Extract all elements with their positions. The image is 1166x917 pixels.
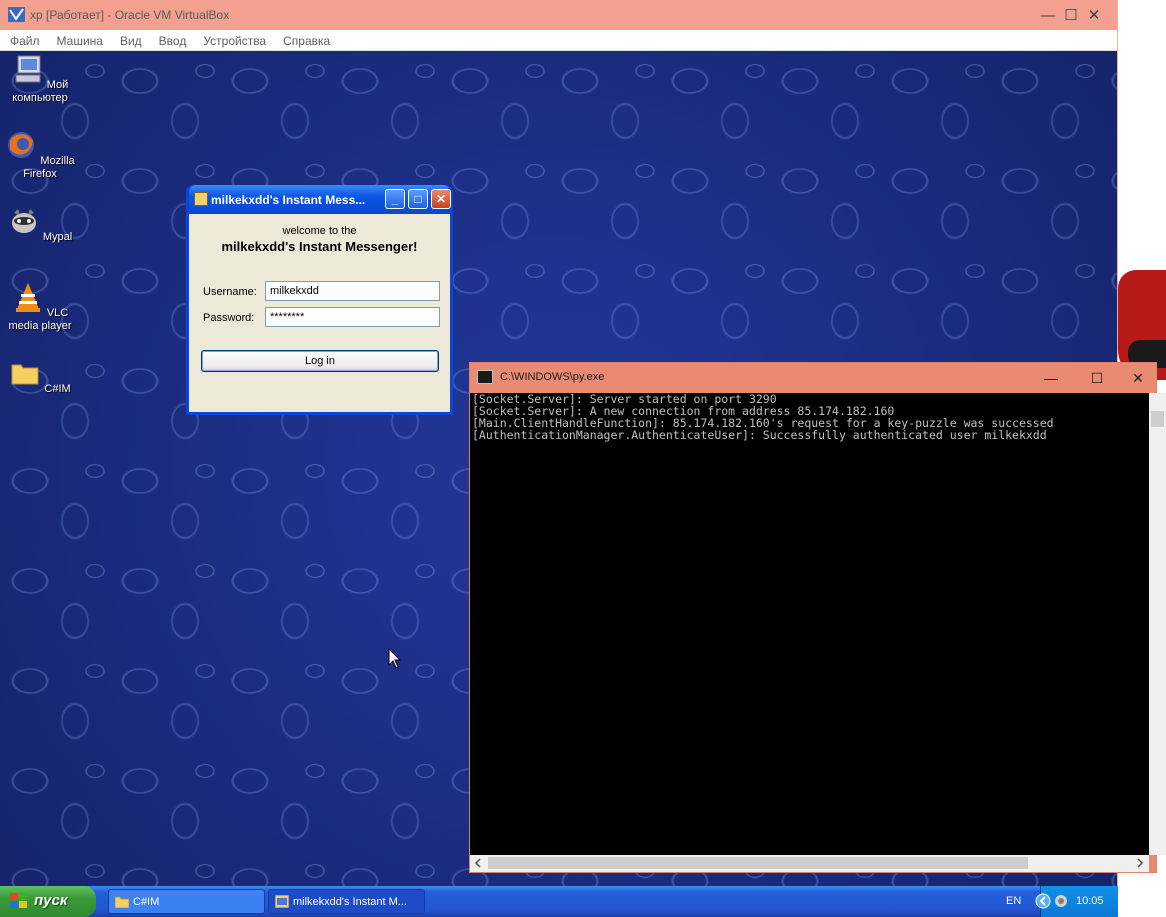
login-title-bar[interactable]: milkekxdd's Instant Mess... _ □ ✕ [189, 185, 451, 214]
welcome-heading: milkekxdd's Instant Messenger! [221, 239, 418, 254]
mypal-icon [11, 209, 36, 233]
console-maximize-button[interactable]: ☐ [1074, 363, 1120, 393]
console-close-button[interactable]: ✕ [1120, 363, 1156, 393]
login-window-body: welcome to the milkekxdd's Instant Messe… [189, 214, 450, 412]
virtualbox-title: xp [Работает] - Oracle VM VirtualBox [30, 8, 230, 22]
guest-taskbar: пуск C#IM milkekxdd's Instant M... EN 10… [0, 886, 1118, 917]
chevron-right-icon[interactable] [1135, 858, 1145, 868]
scrollbar-thumb[interactable] [1151, 411, 1164, 427]
horizontal-scrollbar[interactable] [470, 855, 1149, 872]
desktop-icon-firefox[interactable]: Mozilla Firefox [0, 129, 80, 181]
desktop-icon-label: C#IM [44, 383, 71, 395]
scrollbar-thumb[interactable] [488, 857, 1028, 869]
menu-help[interactable]: Справка [283, 30, 330, 50]
login-minimize-button[interactable]: _ [385, 189, 405, 209]
username-input[interactable]: milkekxdd [265, 281, 440, 301]
login-window: milkekxdd's Instant Mess... _ □ ✕ welcom… [186, 185, 453, 415]
app-icon [194, 192, 208, 206]
task-button-csharp-im[interactable]: C#IM [108, 889, 265, 914]
console-window: C:\WINDOWS\py.exe — ☐ ✕ [Socket.Server]:… [469, 362, 1166, 873]
chevron-left-icon[interactable] [1035, 893, 1051, 909]
login-maximize-button[interactable]: □ [408, 189, 428, 209]
task-button-messenger[interactable]: milkekxdd's Instant M... [268, 889, 425, 914]
menu-file[interactable]: Файл [10, 30, 40, 50]
language-indicator[interactable]: EN [1006, 895, 1021, 907]
folder-icon [11, 364, 39, 385]
start-button[interactable]: пуск [0, 886, 96, 917]
console-title-bar[interactable]: C:\WINDOWS\py.exe — ☐ ✕ [470, 363, 1156, 393]
menu-input[interactable]: Ввод [159, 30, 187, 50]
desktop-icon-mypal[interactable]: Mypal [0, 205, 80, 244]
virtualbox-title-bar[interactable]: xp [Работает] - Oracle VM VirtualBox — ☐ ✕ [0, 0, 1117, 30]
virtualbox-menu-bar: Файл Машина Вид Ввод Устройства Справка [0, 30, 1117, 51]
windows-flag-icon [10, 893, 27, 908]
system-tray: 10:05 [1035, 886, 1118, 917]
virtualbox-icon [8, 7, 25, 22]
chevron-left-icon[interactable] [473, 858, 483, 868]
firefox-icon [8, 132, 35, 158]
console-line: [AuthenticationManager.AuthenticateUser]… [472, 428, 1047, 442]
login-close-button[interactable]: ✕ [431, 189, 451, 209]
desktop-icon-vlc[interactable]: VLC media player [0, 281, 80, 333]
console-output[interactable]: [Socket.Server]: Server started on port … [470, 393, 1149, 855]
username-label: Username: [203, 286, 257, 298]
console-icon [477, 370, 493, 384]
login-button[interactable]: Log in [201, 350, 439, 372]
clock[interactable]: 10:05 [1076, 895, 1104, 907]
folder-icon [115, 896, 129, 908]
menu-machine[interactable]: Машина [57, 30, 103, 50]
password-label: Password: [203, 312, 255, 324]
console-minimize-button[interactable]: — [1028, 363, 1074, 393]
welcome-small-text: welcome to the [282, 225, 357, 237]
vertical-scrollbar[interactable] [1149, 393, 1166, 855]
login-window-title: milkekxdd's Instant Mess... [211, 193, 366, 207]
task-label: C#IM [133, 896, 160, 908]
computer-icon [15, 55, 41, 83]
app-icon [275, 895, 289, 908]
console-title: C:\WINDOWS\py.exe [500, 371, 605, 383]
network-icon[interactable] [1053, 893, 1069, 909]
mouse-cursor-icon [388, 648, 402, 669]
desktop-icon-my-computer[interactable]: Мой компьютер [0, 53, 80, 105]
menu-devices[interactable]: Устройства [203, 30, 266, 50]
password-input[interactable]: ******** [265, 307, 440, 327]
start-label: пуск [34, 892, 68, 909]
menu-view[interactable]: Вид [120, 30, 142, 50]
vlc-icon [15, 283, 40, 312]
desktop-icon-csharp-im[interactable]: C#IM [0, 357, 80, 396]
desktop-icon-label: Mypal [42, 231, 73, 243]
task-label: milkekxdd's Instant M... [293, 896, 407, 908]
host-close-button[interactable]: ✕ [1071, 0, 1117, 30]
